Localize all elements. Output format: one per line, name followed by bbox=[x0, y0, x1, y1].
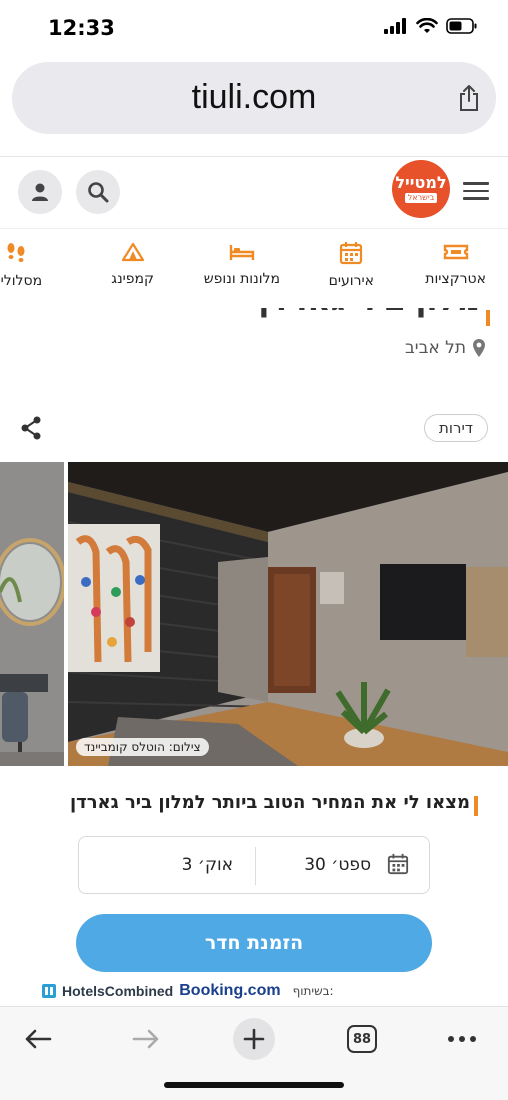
date-picker[interactable]: 30 ספט׳ 3 אוק׳ bbox=[78, 836, 430, 894]
tent-icon bbox=[121, 242, 144, 262]
new-tab-button[interactable] bbox=[232, 1017, 276, 1061]
category-nav: אטרקציות אירועים מלונות ונופש קמפינג מסל… bbox=[0, 228, 508, 308]
location-text: תל אביב bbox=[404, 338, 466, 358]
partner-hotelscombined: HotelsCombined bbox=[62, 983, 174, 999]
category-label: קמפינג bbox=[111, 271, 154, 287]
site-header: למטייל בישראל bbox=[0, 156, 508, 228]
site-logo[interactable]: למטייל בישראל bbox=[392, 160, 450, 218]
menu-line bbox=[463, 182, 489, 185]
bed-icon bbox=[229, 245, 255, 260]
date-divider bbox=[255, 847, 256, 885]
search-icon bbox=[88, 182, 109, 203]
search-button[interactable] bbox=[76, 170, 120, 214]
status-time: 12:33 bbox=[48, 16, 115, 40]
cellular-signal-icon bbox=[384, 18, 406, 34]
calendar-icon bbox=[340, 242, 363, 265]
plus-circle bbox=[233, 1018, 275, 1060]
back-button[interactable] bbox=[20, 1017, 56, 1061]
logo-sub-text: בישראל bbox=[404, 193, 438, 203]
tabs-button[interactable]: 88 bbox=[346, 1017, 378, 1061]
logo-main-text: למטייל bbox=[395, 173, 447, 192]
arrow-left-icon bbox=[25, 1029, 52, 1049]
photo-credit: צילום: הוטלס קומביינד bbox=[76, 738, 209, 756]
check-in-date[interactable]: 30 ספט׳ bbox=[304, 855, 371, 875]
user-button[interactable] bbox=[18, 170, 62, 214]
partners-row: HotelsCombined Booking.com בשיתוף: bbox=[42, 982, 334, 1000]
plus-icon bbox=[243, 1028, 265, 1050]
user-icon bbox=[32, 183, 48, 201]
photo-gallery[interactable]: צילום: הוטלס קומביינד bbox=[0, 462, 508, 766]
listing-title-area: מלון ביר גארדן bbox=[0, 308, 508, 330]
listing-title: מלון ביר גארדן bbox=[258, 308, 480, 318]
footsteps-icon bbox=[7, 243, 25, 262]
category-label: מסלולים וט bbox=[0, 273, 43, 289]
more-button[interactable] bbox=[444, 1017, 480, 1061]
deal-accent bbox=[474, 796, 478, 816]
check-out-date[interactable]: 3 אוק׳ bbox=[182, 855, 233, 875]
menu-button[interactable] bbox=[463, 182, 489, 200]
gallery-photo-main[interactable] bbox=[68, 462, 508, 766]
partners-label: בשיתוף: bbox=[292, 984, 334, 998]
arrow-right-icon bbox=[132, 1029, 159, 1049]
room-photo bbox=[68, 462, 508, 766]
calendar-icon bbox=[387, 853, 409, 875]
category-events[interactable]: אירועים bbox=[329, 241, 374, 289]
category-tag[interactable]: דירות bbox=[424, 414, 488, 442]
category-attractions[interactable]: אטרקציות bbox=[425, 241, 486, 287]
hotelscombined-logo-icon bbox=[42, 984, 56, 998]
forward-button[interactable] bbox=[128, 1017, 164, 1061]
home-indicator bbox=[164, 1082, 344, 1088]
share-icon[interactable] bbox=[458, 84, 480, 112]
category-label: אטרקציות bbox=[425, 271, 486, 287]
share-network-icon[interactable] bbox=[20, 416, 42, 440]
deal-heading: מצאו לי את המחיר הטוב ביותר למלון ביר גא… bbox=[69, 792, 470, 813]
book-room-button[interactable]: הזמנת חדר bbox=[76, 914, 432, 972]
wifi-icon bbox=[416, 18, 438, 33]
room-photo-previous bbox=[0, 462, 64, 766]
status-icons bbox=[384, 18, 478, 34]
category-label: אירועים bbox=[328, 273, 374, 289]
category-label: מלונות ונופש bbox=[203, 271, 280, 287]
menu-line bbox=[463, 189, 489, 192]
address-bar[interactable]: tiuli.com bbox=[12, 62, 496, 134]
web-page: למטייל בישראל מלון ביר גארדן אטרקציות bbox=[0, 156, 508, 1006]
battery-icon bbox=[446, 18, 477, 34]
partner-booking: Booking.com bbox=[179, 982, 281, 999]
url-text[interactable]: tiuli.com bbox=[12, 78, 496, 117]
menu-line bbox=[463, 197, 489, 200]
title-accent bbox=[486, 310, 490, 326]
location-pin-icon bbox=[473, 339, 485, 357]
more-dots-icon bbox=[448, 1036, 476, 1042]
category-hotels[interactable]: מלונות ונופש bbox=[204, 241, 280, 287]
status-bar: 12:33 bbox=[0, 0, 508, 58]
tabs-count: 88 bbox=[347, 1025, 377, 1053]
category-camping[interactable]: קמפינג bbox=[111, 241, 154, 287]
gallery-photo-previous[interactable] bbox=[0, 462, 64, 766]
category-trails[interactable]: מסלולים וט bbox=[0, 241, 42, 289]
listing-location: תל אביב bbox=[405, 338, 486, 358]
ticket-icon bbox=[443, 244, 468, 260]
